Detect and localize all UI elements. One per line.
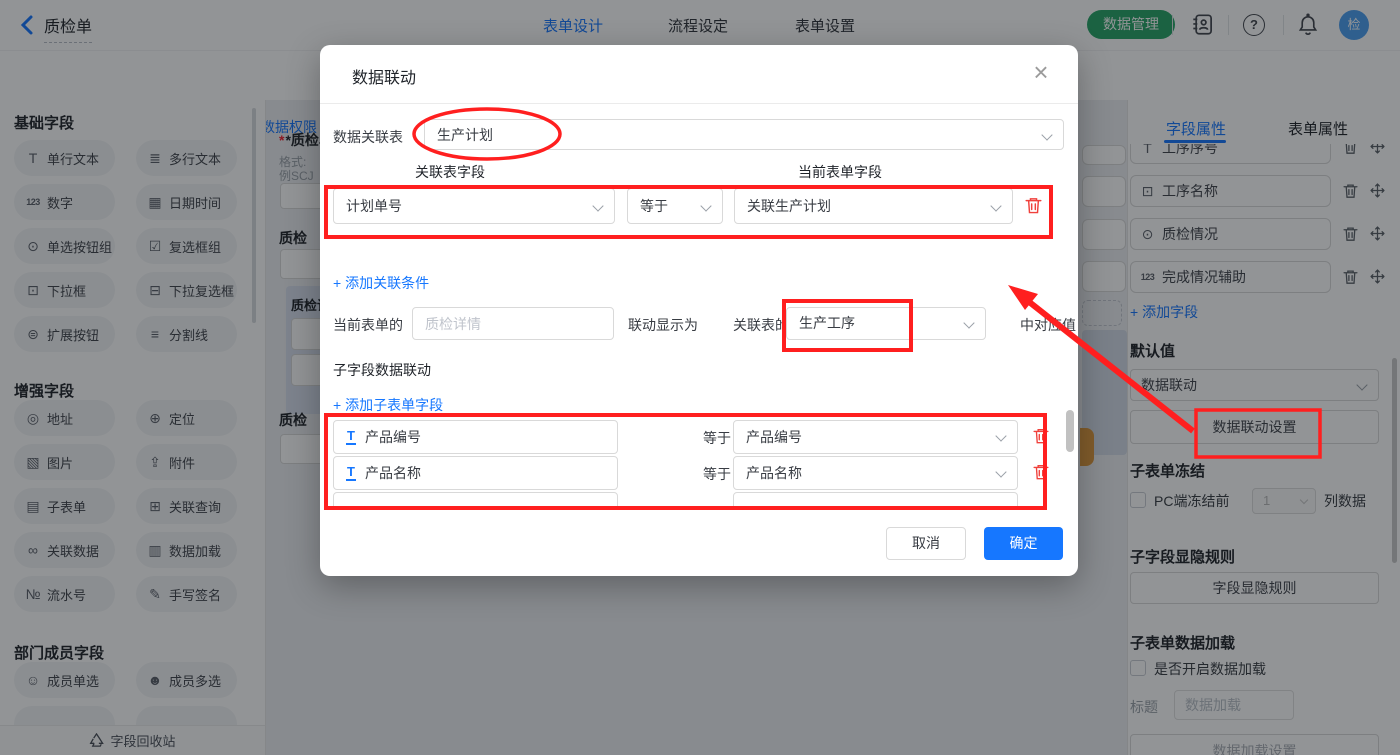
close-icon[interactable]: × bbox=[1026, 57, 1056, 88]
subfield-right-select[interactable] bbox=[733, 492, 1018, 510]
data-linkage-modal: 数据联动 × 数据关联表 生产计划 关联表字段 当前表单字段 计划单号 等于 关… bbox=[320, 45, 1078, 576]
subfield-op-label: 等于 bbox=[703, 428, 731, 448]
display-field-input[interactable] bbox=[412, 307, 614, 340]
column-header-left: 关联表字段 bbox=[380, 162, 520, 182]
relation-prefix-label: 关联表的 bbox=[733, 315, 789, 335]
chevron-down-icon bbox=[995, 430, 1006, 441]
subfield-op-label: 等于 bbox=[703, 464, 731, 484]
subfield-row-list: T 产品编号 等于 产品编号 T 产品名称 等于 产品名称 bbox=[333, 420, 1064, 510]
condition-target-select[interactable]: 关联生产计划 bbox=[734, 188, 1013, 224]
display-prefix-label: 当前表单的 bbox=[333, 315, 403, 335]
add-condition-link[interactable]: + 添加关联条件 bbox=[333, 273, 429, 293]
modal-header-divider bbox=[320, 103, 1078, 104]
relation-suffix-label: 中对应值 bbox=[1020, 315, 1078, 335]
condition-field-value: 计划单号 bbox=[346, 198, 402, 214]
subfield-right-value: 产品编号 bbox=[746, 429, 802, 445]
subfield-left-box[interactable] bbox=[333, 492, 618, 510]
condition-target-value: 关联生产计划 bbox=[747, 198, 831, 214]
modal-title: 数据联动 bbox=[352, 64, 416, 88]
chevron-down-icon bbox=[995, 466, 1006, 477]
single-text-icon: T bbox=[346, 465, 356, 481]
app-root: 质检单 表单设计 流程设定 表单设置 数据管理 ? 检 表单外链 后端脚本 数据… bbox=[0, 0, 1400, 755]
chevron-down-icon bbox=[1041, 129, 1052, 140]
relation-table-select[interactable]: 生产计划 bbox=[424, 119, 1064, 150]
condition-operator-value: 等于 bbox=[640, 198, 668, 214]
subfield-left-box[interactable]: T 产品编号 bbox=[333, 420, 618, 454]
condition-field-select[interactable]: 计划单号 bbox=[333, 188, 615, 224]
relation-table-value: 生产计划 bbox=[437, 127, 493, 143]
chevron-down-icon bbox=[990, 200, 1001, 211]
relation-field-value: 生产工序 bbox=[799, 315, 855, 331]
cancel-button[interactable]: 取消 bbox=[886, 527, 966, 560]
condition-operator-select[interactable]: 等于 bbox=[627, 188, 723, 224]
subfield-linkage-title: 子字段数据联动 bbox=[333, 360, 431, 380]
subfield-right-value: 产品名称 bbox=[746, 465, 802, 481]
subfield-right-select[interactable]: 产品名称 bbox=[733, 456, 1018, 490]
display-as-label: 联动显示为 bbox=[628, 315, 698, 335]
add-subfield-link[interactable]: + 添加子表单字段 bbox=[333, 395, 443, 415]
delete-condition-icon[interactable] bbox=[1025, 196, 1042, 218]
relation-table-label: 数据关联表 bbox=[333, 127, 403, 147]
subfield-left-box[interactable]: T 产品名称 bbox=[333, 456, 618, 490]
delete-subfield-icon[interactable] bbox=[1033, 463, 1049, 484]
delete-subfield-icon[interactable] bbox=[1033, 427, 1049, 448]
confirm-button[interactable]: 确定 bbox=[984, 527, 1063, 560]
column-header-right: 当前表单字段 bbox=[760, 162, 920, 182]
modal-scrollbar[interactable] bbox=[1066, 410, 1074, 452]
subfield-left-value: 产品名称 bbox=[365, 463, 421, 483]
subfield-left-value: 产品编号 bbox=[365, 427, 421, 447]
relation-field-select[interactable]: 生产工序 bbox=[786, 307, 986, 340]
subfield-right-select[interactable]: 产品编号 bbox=[733, 420, 1018, 454]
single-text-icon: T bbox=[346, 429, 356, 445]
chevron-down-icon bbox=[592, 200, 603, 211]
chevron-down-icon bbox=[700, 200, 711, 211]
chevron-down-icon bbox=[963, 317, 974, 328]
